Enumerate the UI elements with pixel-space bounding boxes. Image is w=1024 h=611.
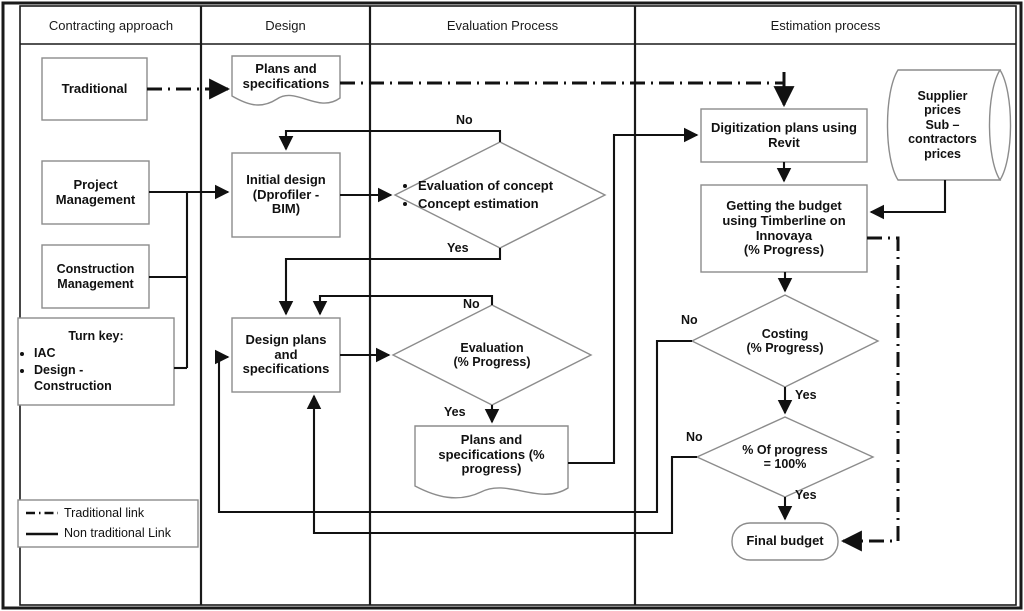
column-header-contracting-label: Contracting approach <box>48 17 174 33</box>
node-digitization <box>700 108 868 163</box>
node-evaluation-concept-label: Evaluation of concept Concept estimation <box>404 170 600 220</box>
node-turnkey-label: Turn key: IAC Design - Construction <box>18 318 174 405</box>
node-design-plans <box>231 317 341 393</box>
edge-budget-to-final <box>850 236 900 543</box>
list-item: Evaluation of concept <box>418 177 600 195</box>
edge-label-evaluation-yes: Yes <box>444 405 466 419</box>
node-getting-budget <box>700 184 868 273</box>
column-header-design-label: Design <box>265 17 306 33</box>
node-supplier-prices <box>886 69 1002 181</box>
edge-label-percent-yes: Yes <box>795 488 817 502</box>
column-header-design: Design <box>201 6 370 44</box>
node-costing <box>690 294 880 388</box>
edge-supplier-to-budget <box>869 180 947 220</box>
node-shapes <box>17 55 1012 561</box>
node-plans-specs-progress <box>414 425 569 499</box>
node-supplier-prices-cap <box>999 69 1012 181</box>
flowchart-canvas: Contracting approach Design Evaluation P… <box>0 0 1024 611</box>
column-header-evaluation-label: Evaluation Process <box>446 17 559 33</box>
edge-label-evaluation-no: No <box>463 297 480 311</box>
edge-label-concept-no: No <box>456 113 473 127</box>
node-final-budget <box>731 522 839 561</box>
column-header-evaluation: Evaluation Process <box>370 6 635 44</box>
node-construction-management <box>41 244 150 309</box>
list-item: Concept estimation <box>418 195 600 213</box>
legend: Traditional link Non traditional Link <box>64 504 194 544</box>
column-header-estimation-label: Estimation process <box>770 17 881 33</box>
column-header-estimation: Estimation process <box>635 6 1016 44</box>
node-evaluation-concept-items: Evaluation of concept Concept estimation <box>404 177 600 212</box>
node-turnkey-heading: Turn key: <box>68 328 124 343</box>
edge-label-costing-no: No <box>681 313 698 327</box>
node-percent-progress <box>695 416 875 498</box>
node-initial-design <box>231 152 341 238</box>
edge-concept-no <box>278 129 502 151</box>
list-item: Design - Construction <box>34 362 174 396</box>
edge-label-costing-yes: Yes <box>795 388 817 402</box>
edge-label-concept-yes: Yes <box>447 241 469 255</box>
list-item: IAC <box>34 345 174 362</box>
column-header-contracting: Contracting approach <box>21 6 201 44</box>
node-project-management <box>41 160 150 225</box>
node-evaluation-progress <box>391 304 593 406</box>
legend-item-traditional: Traditional link <box>64 506 145 520</box>
node-traditional <box>41 57 148 121</box>
node-turnkey-items: IAC Design - Construction <box>18 345 174 396</box>
legend-item-non-traditional: Non traditional Link <box>64 526 172 540</box>
edge-label-percent-no: No <box>686 430 703 444</box>
node-plans-and-specifications <box>231 55 341 106</box>
